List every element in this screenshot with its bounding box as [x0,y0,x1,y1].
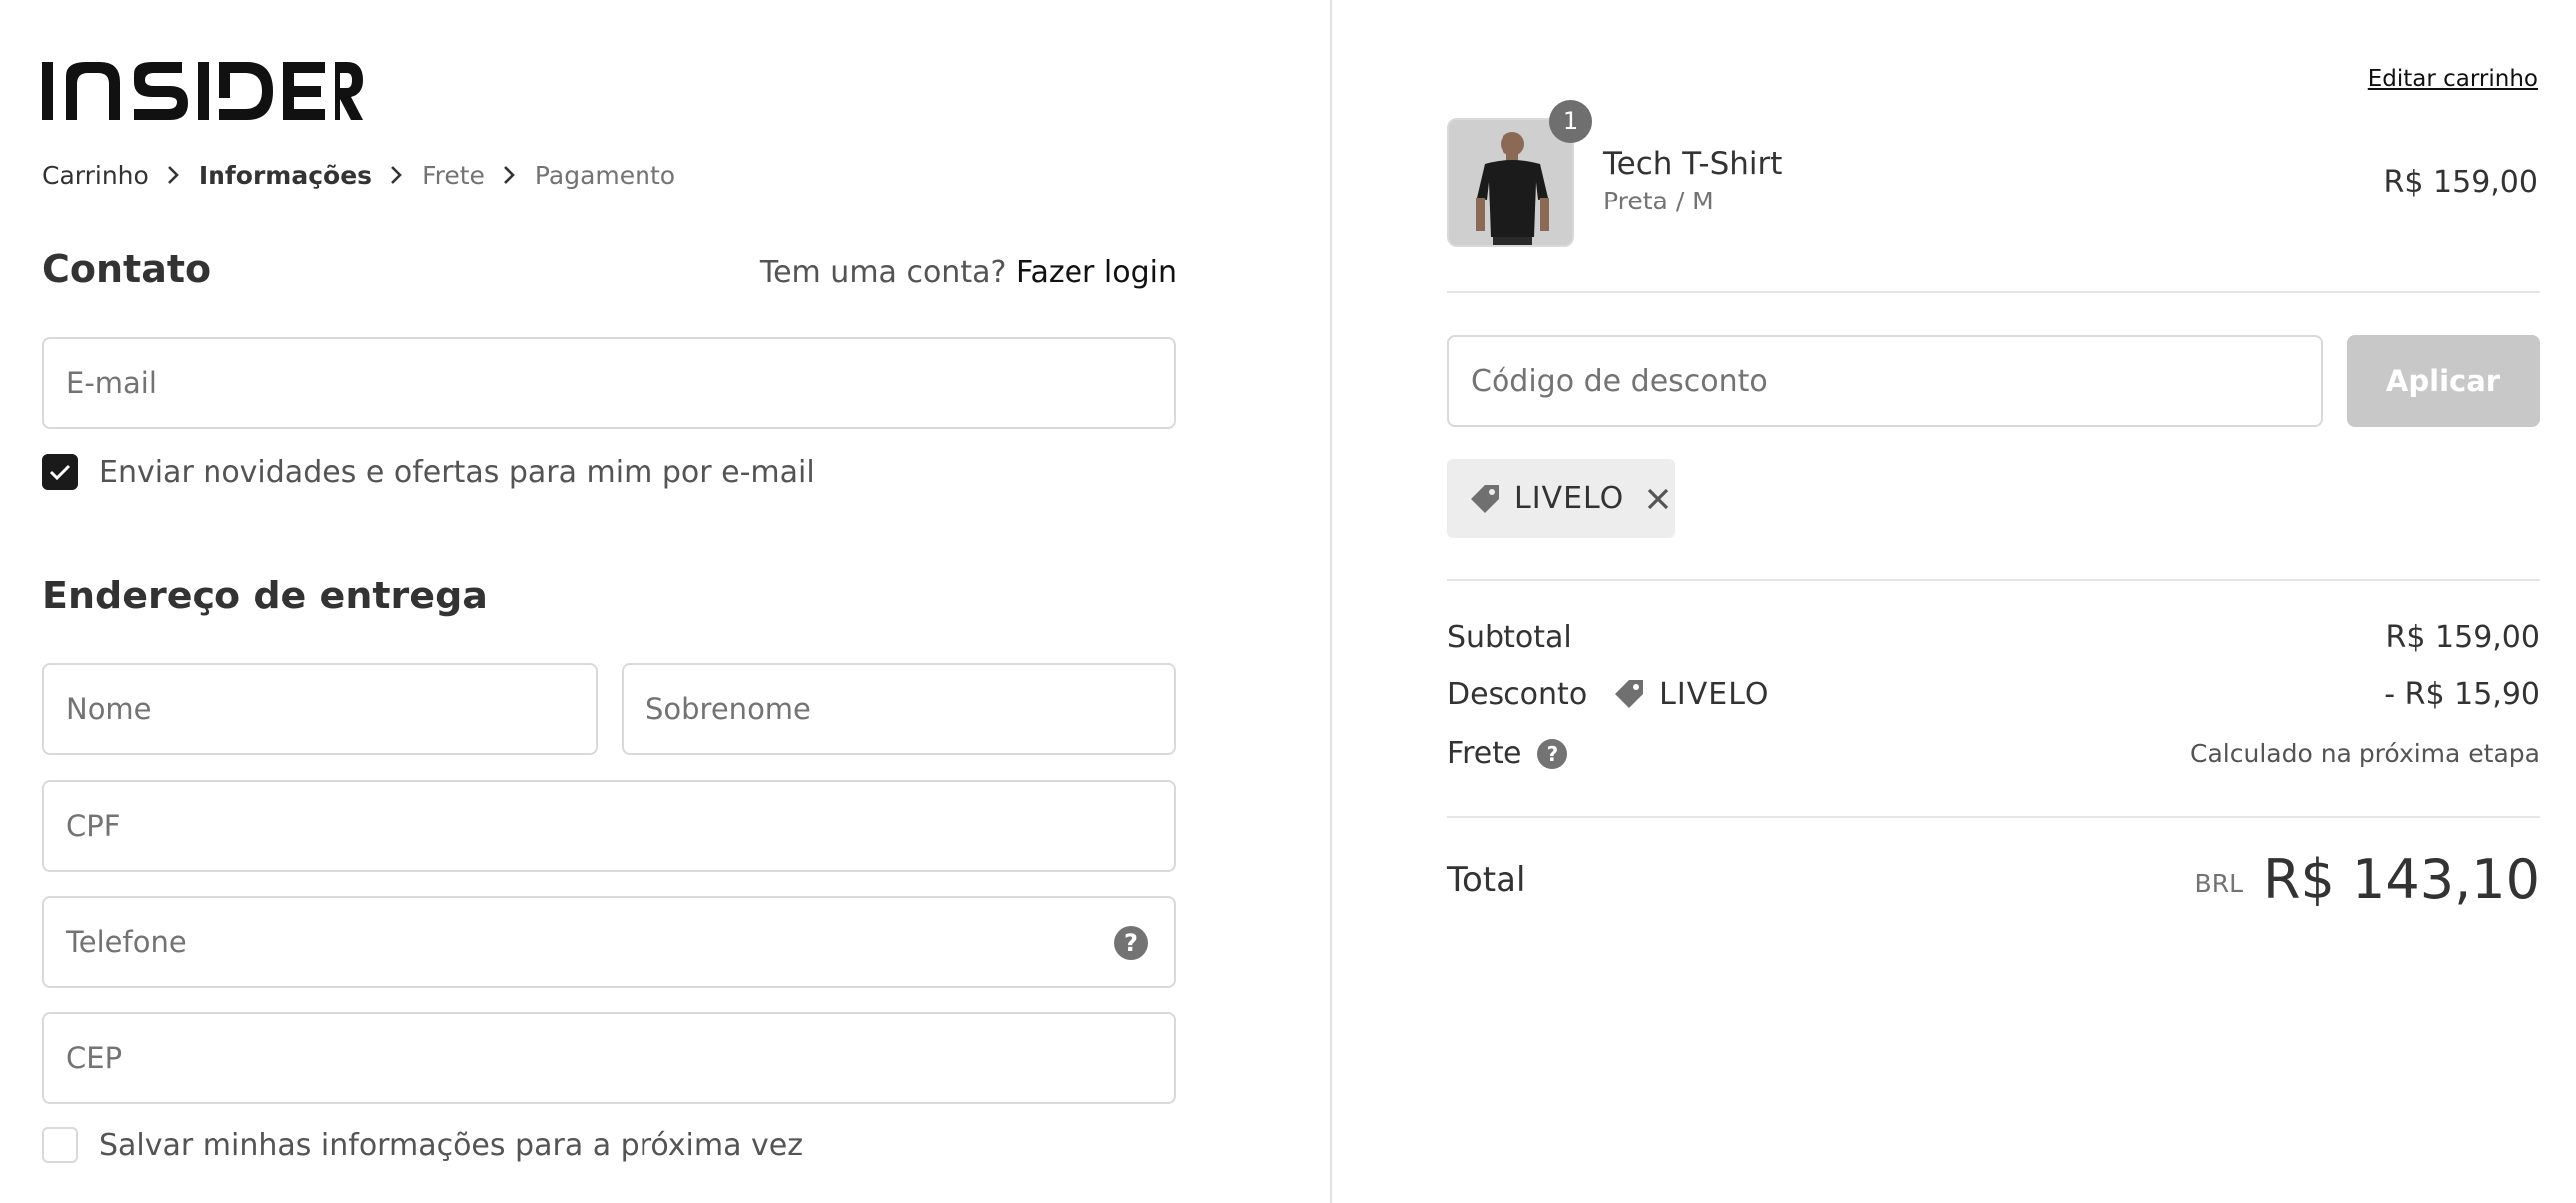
first-name-input[interactable] [44,665,596,753]
breadcrumb-information: Informações [198,160,373,190]
discount-code-field[interactable] [1447,335,2323,427]
discount-code-label: LIVELO [1659,676,1770,712]
help-icon[interactable]: ? [1114,926,1148,960]
cpf-input[interactable] [44,782,1174,870]
tshirt-model-image [1449,120,1572,245]
email-input[interactable] [44,339,1174,427]
total-row: Total BRL R$ 143,10 [1447,848,2540,911]
email-field[interactable] [42,337,1176,429]
last-name-input[interactable] [624,665,1174,753]
chevron-right-icon [167,166,179,184]
apply-discount-button[interactable]: Aplicar [2347,335,2540,427]
divider [1447,579,2540,581]
chevron-right-icon [391,166,402,184]
checkout-main: Carrinho Informações Frete Pagamento Con… [0,0,1330,1203]
applied-discount-code: LIVELO [1514,481,1625,516]
save-info-checkbox[interactable] [42,1127,78,1163]
shipping-value: Calculado na próxima etapa [2190,739,2540,768]
discount-value: - R$ 15,90 [2384,676,2540,712]
tag-icon [1615,680,1644,708]
product-image [1447,118,1574,247]
order-summary: Editar carrinho 1 Tech T-Shirt Preta / M… [1330,0,2576,1203]
phone-field[interactable]: ? [42,896,1176,988]
product-name: Tech T-Shirt [1603,146,1783,182]
discount-code-badge: LIVELO [1611,676,1769,712]
newsletter-option[interactable]: Enviar novidades e ofertas para mim por … [42,454,815,490]
total-value: R$ 143,10 [2263,848,2540,911]
address-title: Endereço de entrega [42,574,488,617]
chevron-right-icon [504,166,515,184]
product-variant: Preta / M [1603,187,1714,215]
quantity-badge: 1 [1549,100,1592,143]
discount-label: Desconto [1447,676,1588,712]
total-label: Total [1447,859,1526,900]
cpf-field[interactable] [42,780,1176,872]
total-currency: BRL [2194,869,2243,898]
last-name-field[interactable] [622,663,1176,755]
first-name-field[interactable] [42,663,598,755]
discount-row: Desconto LIVELO - R$ 15,90 [1447,676,2540,712]
cep-field[interactable] [42,1012,1176,1104]
save-info-option[interactable]: Salvar minhas informações para a próxima… [42,1127,803,1163]
divider [1447,816,2540,818]
login-prompt: Tem uma conta? Fazer login [760,255,1177,290]
insider-logo[interactable] [42,62,363,120]
tag-icon [1471,484,1499,513]
edit-cart-link[interactable]: Editar carrinho [2368,66,2538,92]
product-price: R$ 159,00 [2383,165,2538,200]
login-link[interactable]: Fazer login [1016,255,1177,290]
help-icon[interactable]: ? [1537,738,1568,769]
breadcrumb-shipping: Frete [422,160,485,190]
checkmark-icon [49,464,71,481]
contact-title: Contato [42,247,212,291]
discount-code-input[interactable] [1449,337,2321,425]
newsletter-label: Enviar novidades e ofertas para mim por … [99,454,815,490]
subtotal-label: Subtotal [1447,620,1572,655]
subtotal-value: R$ 159,00 [2385,620,2540,655]
breadcrumb-cart[interactable]: Carrinho [42,161,149,190]
newsletter-checkbox[interactable] [42,454,78,490]
cep-input[interactable] [44,1014,1174,1102]
applied-discount-chip: LIVELO [1447,459,1675,538]
shipping-label: Frete [1447,736,1522,771]
login-prompt-text: Tem uma conta? [759,255,1007,290]
save-info-label: Salvar minhas informações para a próxima… [99,1127,803,1163]
close-icon[interactable] [1644,485,1672,513]
breadcrumb: Carrinho Informações Frete Pagamento [42,158,675,192]
phone-input[interactable] [44,898,1174,986]
shipping-row: Frete ? Calculado na próxima etapa [1447,736,2540,771]
breadcrumb-payment: Pagamento [534,160,676,190]
subtotal-row: Subtotal R$ 159,00 [1447,620,2540,655]
divider [1447,291,2540,293]
